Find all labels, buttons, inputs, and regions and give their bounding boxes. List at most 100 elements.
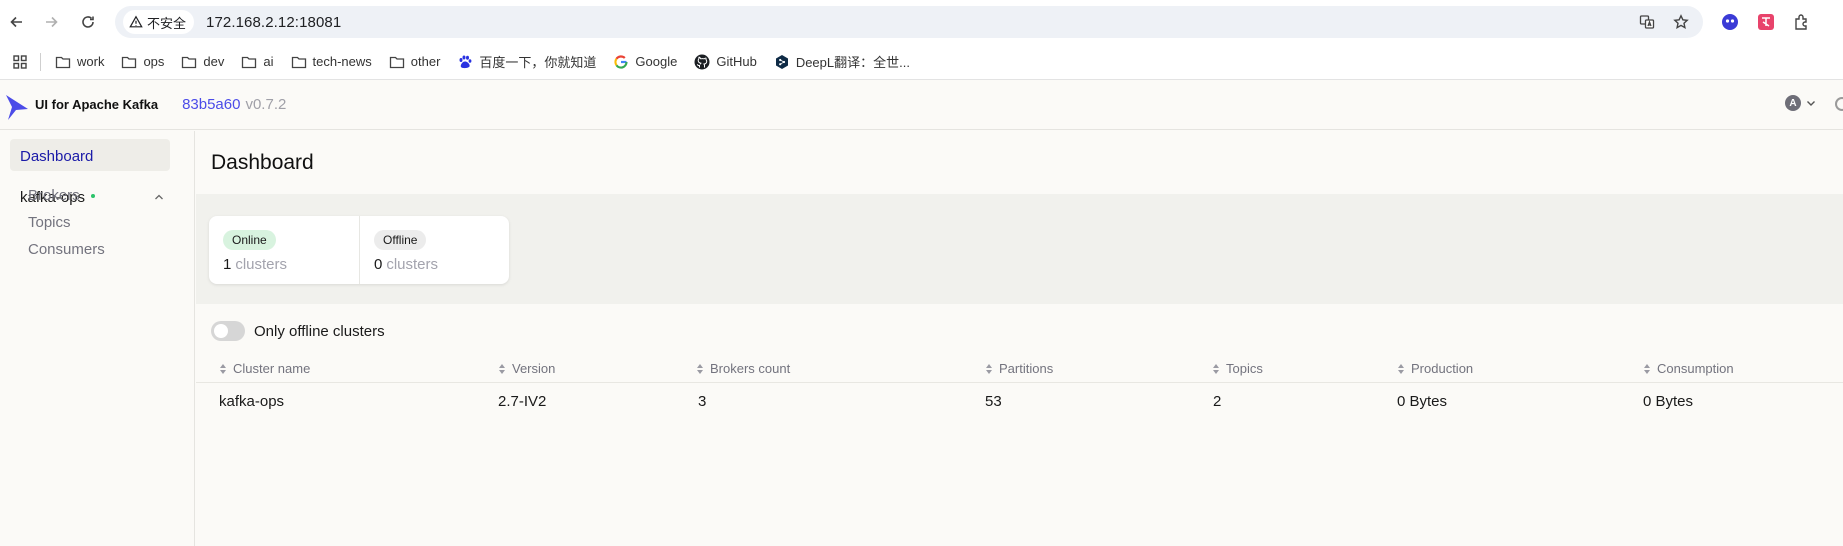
column-label: Version — [512, 361, 556, 376]
bookmark-github[interactable]: GitHub — [694, 54, 757, 70]
google-icon — [614, 54, 629, 69]
back-icon[interactable] — [3, 8, 31, 36]
bookmark-label: work — [77, 54, 105, 69]
table-row[interactable]: kafka-ops 2.7-IV2 3 53 2 0 Bytes 0 Bytes — [196, 383, 1843, 419]
online-badge: Online — [223, 230, 276, 250]
apps-grid-icon[interactable] — [0, 54, 40, 70]
reload-icon[interactable] — [74, 8, 102, 36]
column-header-version[interactable]: Version — [498, 361, 555, 376]
user-avatar-icon: A — [1785, 95, 1801, 111]
theme-toggle-icon[interactable] — [1835, 97, 1843, 111]
cell-production: 0 Bytes — [1397, 393, 1448, 410]
cluster-online-status-dot — [91, 194, 96, 198]
sort-icon — [499, 363, 505, 374]
warning-icon — [129, 15, 143, 28]
forward-icon[interactable] — [37, 8, 65, 36]
column-header-partitions[interactable]: Partitions — [985, 361, 1053, 376]
cell-topics: 2 — [1213, 393, 1222, 410]
app-header: UI for Apache Kafka 83b5a60 v0.7.2 A — [0, 80, 1843, 130]
deepl-icon — [775, 54, 788, 69]
bookmark-label: ops — [143, 54, 165, 69]
bookmark-ai[interactable]: ai — [241, 54, 274, 70]
page-title: Dashboard — [211, 151, 314, 174]
bookmark-dev[interactable]: dev — [181, 54, 224, 70]
bookmark-ops[interactable]: ops — [121, 54, 164, 70]
column-label: Topics — [1226, 361, 1263, 376]
sidebar-item-brokers[interactable]: Brokers — [28, 187, 80, 204]
sort-icon — [986, 363, 992, 374]
translate-icon[interactable] — [1635, 10, 1659, 34]
clusters-table: Cluster name Version Brokers count Parti… — [196, 353, 1843, 419]
version-number: v0.7.2 — [245, 96, 287, 113]
address-bar[interactable]: 不安全 172.168.2.12:18081 — [115, 6, 1703, 38]
clusters-metrics-card: Online 1 clusters Offline 0 clusters — [209, 216, 509, 284]
sidebar: Dashboard kafka-ops Brokers Topics Consu… — [0, 131, 195, 546]
bookmark-deepl[interactable]: DeepL翻译：全世... — [774, 52, 910, 71]
security-indicator[interactable]: 不安全 — [123, 10, 195, 34]
folder-icon — [122, 56, 137, 68]
column-header-topics[interactable]: Topics — [1212, 361, 1263, 376]
browser-toolbar: 不安全 172.168.2.12:18081 — [0, 0, 1843, 44]
sidebar-item-dashboard[interactable]: Dashboard — [10, 139, 170, 171]
bookmark-google[interactable]: Google — [613, 54, 677, 70]
sort-icon — [1398, 363, 1404, 374]
extensions-puzzle-icon[interactable] — [1788, 8, 1816, 36]
cell-consumption: 0 Bytes — [1643, 393, 1694, 410]
offline-badge: Offline — [374, 230, 427, 250]
bookmark-label: DeepL翻译：全世... — [795, 55, 910, 70]
bookmark-label: dev — [203, 54, 225, 69]
security-label: 不安全 — [147, 15, 187, 31]
chevron-up-icon[interactable] — [153, 191, 165, 203]
chevron-down-icon — [1807, 101, 1815, 106]
github-icon — [694, 54, 710, 69]
bookmarks-bar: work ops dev ai tech-news other 百度一下，你就知… — [0, 44, 1843, 80]
baidu-icon — [459, 55, 472, 68]
cell-version: 2.7-IV2 — [498, 393, 547, 410]
sidebar-item-consumers[interactable]: Consumers — [28, 241, 105, 258]
metrics-section: Online 1 clusters Offline 0 clusters — [196, 194, 1843, 304]
offline-filter-row: Only offline clusters — [211, 321, 385, 341]
folder-icon — [389, 56, 404, 68]
folder-icon — [242, 56, 257, 68]
column-header-brokers-count[interactable]: Brokers count — [696, 361, 790, 376]
bookmark-baidu[interactable]: 百度一下，你就知道 — [457, 52, 596, 71]
main-content: Dashboard Online 1 clusters Offline 0 clus… — [196, 131, 1843, 546]
folder-icon — [55, 56, 71, 68]
extension-translate-icon[interactable] — [1752, 8, 1780, 36]
version-hash-link[interactable]: 83b5a60 — [182, 96, 240, 113]
cell-cluster-name[interactable]: kafka-ops — [219, 393, 284, 410]
metric-offline: Offline 0 clusters — [359, 216, 509, 284]
sort-icon — [697, 363, 703, 374]
url-text[interactable]: 172.168.2.12:18081 — [206, 14, 341, 31]
bookmark-label: GitHub — [716, 54, 757, 69]
extension-face-icon[interactable] — [1716, 8, 1744, 36]
cell-brokers-count: 3 — [698, 393, 707, 410]
column-header-consumption[interactable]: Consumption — [1643, 361, 1734, 376]
online-value: 1 — [223, 256, 232, 273]
table-header: Cluster name Version Brokers count Parti… — [196, 353, 1843, 383]
column-header-cluster-name[interactable]: Cluster name — [219, 361, 310, 376]
column-label: Consumption — [1657, 361, 1734, 376]
column-label: Partitions — [999, 361, 1054, 376]
bookmark-other[interactable]: other — [389, 54, 440, 70]
app-brand[interactable]: UI for Apache Kafka — [35, 97, 158, 112]
bookmark-label: 百度一下，你就知道 — [479, 55, 597, 70]
cell-partitions: 53 — [985, 393, 1002, 410]
kafka-ui-logo-icon[interactable] — [4, 89, 30, 121]
folder-icon — [182, 56, 197, 68]
user-menu-button[interactable]: A — [1785, 95, 1817, 111]
metric-online: Online 1 clusters — [209, 216, 359, 284]
bookmark-work[interactable]: work — [55, 54, 104, 70]
only-offline-toggle[interactable] — [211, 321, 245, 341]
offline-count: 0 clusters — [374, 256, 509, 273]
bookmark-star-icon[interactable] — [1669, 10, 1693, 34]
bookmark-label: tech-news — [312, 54, 372, 69]
bookmark-label: ai — [263, 54, 274, 69]
column-header-production[interactable]: Production — [1397, 361, 1473, 376]
sort-icon — [1213, 363, 1219, 374]
column-label: Brokers count — [710, 361, 791, 376]
bookmark-tech-news[interactable]: tech-news — [291, 54, 372, 70]
only-offline-label: Only offline clusters — [254, 322, 385, 340]
online-unit: clusters — [235, 256, 288, 273]
sidebar-item-topics[interactable]: Topics — [28, 214, 71, 231]
